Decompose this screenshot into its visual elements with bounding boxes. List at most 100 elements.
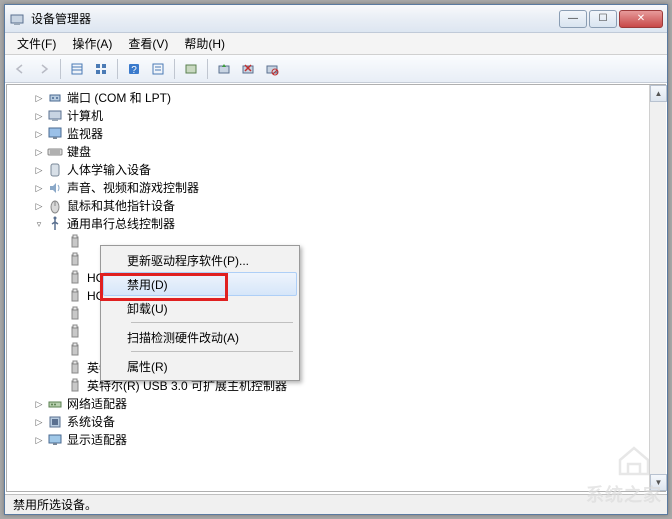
usbdev-icon [67,378,83,394]
usbdev-icon [67,324,83,340]
expand-icon[interactable]: ▷ [33,110,45,122]
menu-view[interactable]: 查看(V) [120,33,176,54]
expander-none [53,272,65,284]
sound-icon [47,180,63,196]
expand-icon[interactable]: ▷ [33,92,45,104]
back-button [9,58,31,80]
expand-icon[interactable]: ▷ [33,416,45,428]
usbdev-icon [67,234,83,250]
expand-icon[interactable]: ▷ [33,200,45,212]
ctx-properties[interactable]: 属性(R) [103,354,297,378]
usbdev-icon [67,252,83,268]
computer-icon [47,108,63,124]
tree-node[interactable]: ▷ 网络适配器 [9,395,663,413]
tree-node-label: 人体学输入设备 [67,161,151,179]
view-list-button[interactable] [66,58,88,80]
toolbar: ? [5,55,667,83]
expander-none [53,326,65,338]
disable-button[interactable] [261,58,283,80]
usbdev-icon [67,288,83,304]
scroll-up-button[interactable]: ▲ [650,85,667,102]
expand-icon[interactable]: ▷ [33,398,45,410]
vertical-scrollbar[interactable]: ▲ ▼ [649,85,666,491]
system-icon [47,414,63,430]
expand-icon[interactable]: ▷ [33,182,45,194]
tree-node[interactable]: ▷ 显示适配器 [9,431,663,449]
menubar: 文件(F) 操作(A) 查看(V) 帮助(H) [5,33,667,55]
svg-text:?: ? [131,65,137,76]
expand-icon[interactable]: ▷ [33,164,45,176]
window-buttons: — ☐ ✕ [559,10,663,28]
ctx-scan-hardware[interactable]: 扫描检测硬件改动(A) [103,325,297,349]
ctx-sep [131,351,293,352]
tree-node[interactable]: ▷ 端口 (COM 和 LPT) [9,89,663,107]
ctx-uninstall[interactable]: 卸载(U) [103,296,297,320]
close-button[interactable]: ✕ [619,10,663,28]
menu-action[interactable]: 操作(A) [64,33,120,54]
window-title: 设备管理器 [31,10,559,27]
expand-icon[interactable]: ▷ [33,128,45,140]
properties-button[interactable] [147,58,169,80]
tree-node[interactable]: ▷ 鼠标和其他指针设备 [9,197,663,215]
minimize-button[interactable]: — [559,10,587,28]
tree-node-label: 通用串行总线控制器 [67,215,175,233]
usbdev-icon [67,306,83,322]
usbdev-icon [67,360,83,376]
tree-node[interactable]: ▷ 声音、视频和游戏控制器 [9,179,663,197]
toolbar-sep [117,59,118,79]
expander-none [53,344,65,356]
network-icon [47,396,63,412]
expand-icon[interactable]: ▷ [33,434,45,446]
forward-button [33,58,55,80]
tree-node-label: 监视器 [67,125,103,143]
tree-node[interactable]: ▷ 键盘 [9,143,663,161]
expander-none [53,380,65,392]
tree-node-label: 计算机 [67,107,103,125]
scroll-down-button[interactable]: ▼ [650,474,667,491]
expander-none [53,290,65,302]
ctx-disable[interactable]: 禁用(D) [103,272,297,296]
mouse-icon [47,198,63,214]
tree-node-label: 显示适配器 [67,431,127,449]
usbdev-icon [67,342,83,358]
update-driver-button[interactable] [213,58,235,80]
tree-node-label: 系统设备 [67,413,115,431]
expander-none [53,362,65,374]
uninstall-button[interactable] [237,58,259,80]
context-menu: 更新驱动程序软件(P)... 禁用(D) 卸载(U) 扫描检测硬件改动(A) 属… [100,245,300,381]
toolbar-sep [60,59,61,79]
monitor-icon [47,126,63,142]
usbdev-icon [67,270,83,286]
app-icon [9,11,25,27]
toolbar-sep [174,59,175,79]
tree-node[interactable]: ▷ 监视器 [9,125,663,143]
toolbar-sep [207,59,208,79]
view-detail-button[interactable] [90,58,112,80]
ctx-sep [131,322,293,323]
tree-node[interactable]: ▷ 系统设备 [9,413,663,431]
tree-node-label: 声音、视频和游戏控制器 [67,179,199,197]
tree-node-label: 键盘 [67,143,91,161]
help-button[interactable]: ? [123,58,145,80]
tree-node-label: 鼠标和其他指针设备 [67,197,175,215]
hid-icon [47,162,63,178]
tree-node-label: 端口 (COM 和 LPT) [67,89,171,107]
keyboard-icon [47,144,63,160]
menu-help[interactable]: 帮助(H) [176,33,233,54]
tree-node-label: 网络适配器 [67,395,127,413]
statusbar: 禁用所选设备。 [5,494,667,514]
collapse-icon[interactable]: ▿ [33,218,45,230]
expander-none [53,308,65,320]
expand-icon[interactable]: ▷ [33,146,45,158]
status-text: 禁用所选设备。 [13,496,97,513]
refresh-button[interactable] [180,58,202,80]
ctx-update-driver[interactable]: 更新驱动程序软件(P)... [103,248,297,272]
maximize-button[interactable]: ☐ [589,10,617,28]
menu-file[interactable]: 文件(F) [9,33,64,54]
tree-node[interactable]: ▿ 通用串行总线控制器 [9,215,663,233]
usb-icon [47,216,63,232]
expander-none [53,254,65,266]
titlebar[interactable]: 设备管理器 — ☐ ✕ [5,5,667,33]
tree-node[interactable]: ▷ 计算机 [9,107,663,125]
tree-node[interactable]: ▷ 人体学输入设备 [9,161,663,179]
